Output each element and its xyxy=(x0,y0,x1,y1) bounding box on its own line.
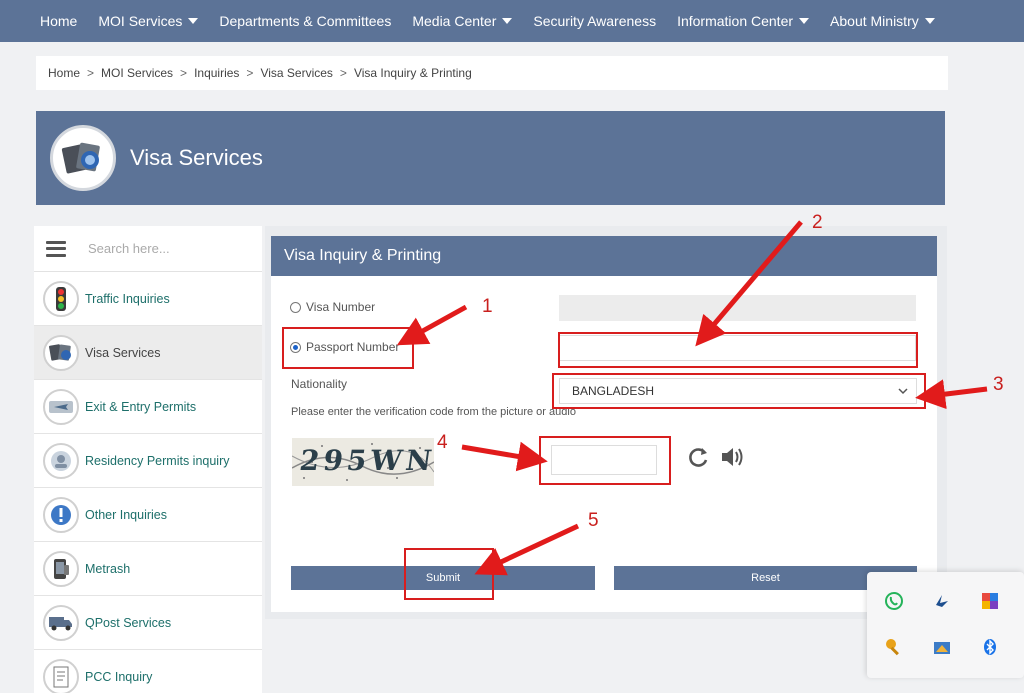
menu-icon[interactable] xyxy=(46,240,66,257)
top-navigation: Home MOI Services Departments & Committe… xyxy=(0,0,1024,42)
page-banner: Visa Services xyxy=(36,111,945,205)
refresh-icon[interactable] xyxy=(685,444,711,475)
visa-number-radio[interactable] xyxy=(290,301,301,313)
breadcrumb-current: Visa Inquiry & Printing xyxy=(353,66,472,80)
exclamation-icon xyxy=(43,496,79,533)
breadcrumb-separator: > xyxy=(339,66,347,80)
nationality-selected-value: BANGLADESH xyxy=(572,384,655,398)
sidebar-item-label: Visa Services xyxy=(85,345,161,360)
sidebar-item-residency-permits[interactable]: Residency Permits inquiry xyxy=(34,434,262,488)
passport-number-label: Passport Number xyxy=(306,340,400,354)
breadcrumb-moi-services[interactable]: MOI Services xyxy=(101,66,173,80)
nav-item-home[interactable]: Home xyxy=(40,13,88,29)
nav-item-security-awareness[interactable]: Security Awareness xyxy=(533,13,667,29)
caret-down-icon xyxy=(799,18,810,24)
sidebar-item-exit-entry-permits[interactable]: Exit & Entry Permits xyxy=(34,380,262,434)
breadcrumb-separator: > xyxy=(246,66,254,80)
nav-item-information-center[interactable]: Information Center xyxy=(677,13,820,29)
captcha-input[interactable] xyxy=(551,445,657,475)
nav-item-about-ministry[interactable]: About Ministry xyxy=(830,13,946,29)
sidebar-item-other-inquiries[interactable]: Other Inquiries xyxy=(34,488,262,542)
main-panel: Visa Inquiry & Printing Visa Number Pass… xyxy=(265,226,947,619)
airplane-icon xyxy=(43,388,79,425)
visa-inquiry-form: Visa Inquiry & Printing Visa Number Pass… xyxy=(271,236,937,612)
sidebar-item-label: Other Inquiries xyxy=(85,507,167,522)
annotation-number-5: 5 xyxy=(588,510,599,531)
sidebar-item-qpost-services[interactable]: QPost Services xyxy=(34,596,262,650)
key-icon[interactable] xyxy=(883,636,905,658)
sidebar-search-row xyxy=(34,226,262,272)
sidebar-item-label: PCC Inquiry xyxy=(85,669,153,684)
chevron-down-icon xyxy=(898,384,908,398)
traffic-light-icon xyxy=(43,280,79,317)
colorful-app-icon[interactable] xyxy=(979,590,1001,612)
sidebar-item-label: Exit & Entry Permits xyxy=(85,399,197,414)
caret-down-icon xyxy=(924,18,935,24)
visa-number-option[interactable]: Visa Number xyxy=(290,300,375,314)
visa-number-label: Visa Number xyxy=(306,300,376,314)
submit-button[interactable]: Submit xyxy=(291,566,595,590)
app-tray-icon[interactable] xyxy=(931,590,953,612)
audio-icon[interactable] xyxy=(719,444,745,475)
certificate-icon xyxy=(43,658,79,693)
phone-icon xyxy=(43,550,79,587)
sidebar-item-label: Residency Permits inquiry xyxy=(85,453,230,468)
verification-instructions: Please enter the verification code from … xyxy=(291,406,576,418)
captcha-text: 295WN xyxy=(297,444,434,477)
network-app-icon[interactable] xyxy=(931,636,953,658)
breadcrumb-visa-services[interactable]: Visa Services xyxy=(260,66,332,80)
sidebar-search-input[interactable] xyxy=(88,241,228,256)
truck-icon xyxy=(43,604,79,641)
breadcrumb: Home > MOI Services > Inquiries > Visa S… xyxy=(36,56,948,90)
breadcrumb-home[interactable]: Home xyxy=(48,66,80,80)
annotation-number-3: 3 xyxy=(993,374,1004,395)
sidebar-item-label: QPost Services xyxy=(85,615,172,630)
passport-icon xyxy=(43,334,79,371)
system-tray-popup xyxy=(867,572,1024,678)
sidebar-item-traffic-inquiries[interactable]: Traffic Inquiries xyxy=(34,272,262,326)
sidebar-item-label: Traffic Inquiries xyxy=(85,291,170,306)
nav-item-media-center[interactable]: Media Center xyxy=(412,13,523,29)
nationality-label: Nationality xyxy=(291,377,348,391)
caret-down-icon xyxy=(502,18,513,24)
passport-number-radio[interactable] xyxy=(290,341,301,353)
sidebar-item-metrash[interactable]: Metrash xyxy=(34,542,262,596)
captcha-image: 295WN xyxy=(292,438,434,486)
breadcrumb-separator: > xyxy=(180,66,188,80)
sidebar-item-pcc-inquiry[interactable]: PCC Inquiry xyxy=(34,650,262,693)
whatsapp-icon[interactable] xyxy=(883,590,905,612)
passport-number-input[interactable] xyxy=(559,335,916,361)
caret-down-icon xyxy=(188,18,199,24)
visa-number-input[interactable] xyxy=(559,295,916,321)
sidebar: Traffic Inquiries Visa Services Exit & E… xyxy=(34,226,262,693)
breadcrumb-separator: > xyxy=(87,66,95,80)
annotation-number-1: 1 xyxy=(482,296,493,317)
sidebar-item-label: Metrash xyxy=(85,561,131,576)
residency-card-icon xyxy=(43,442,79,479)
visa-services-logo-icon xyxy=(50,125,116,191)
breadcrumb-inquiries[interactable]: Inquiries xyxy=(194,66,239,80)
sidebar-item-visa-services[interactable]: Visa Services xyxy=(34,326,262,380)
nav-item-moi-services[interactable]: MOI Services xyxy=(98,13,209,29)
form-title: Visa Inquiry & Printing xyxy=(271,236,937,276)
annotation-number-4: 4 xyxy=(437,432,448,453)
annotation-number-2: 2 xyxy=(812,212,823,233)
nav-item-departments[interactable]: Departments & Committees xyxy=(219,13,402,29)
nationality-select[interactable]: BANGLADESH xyxy=(559,378,917,404)
page-title: Visa Services xyxy=(130,145,263,170)
passport-number-option[interactable]: Passport Number xyxy=(290,340,399,354)
bluetooth-icon[interactable] xyxy=(979,636,1001,658)
